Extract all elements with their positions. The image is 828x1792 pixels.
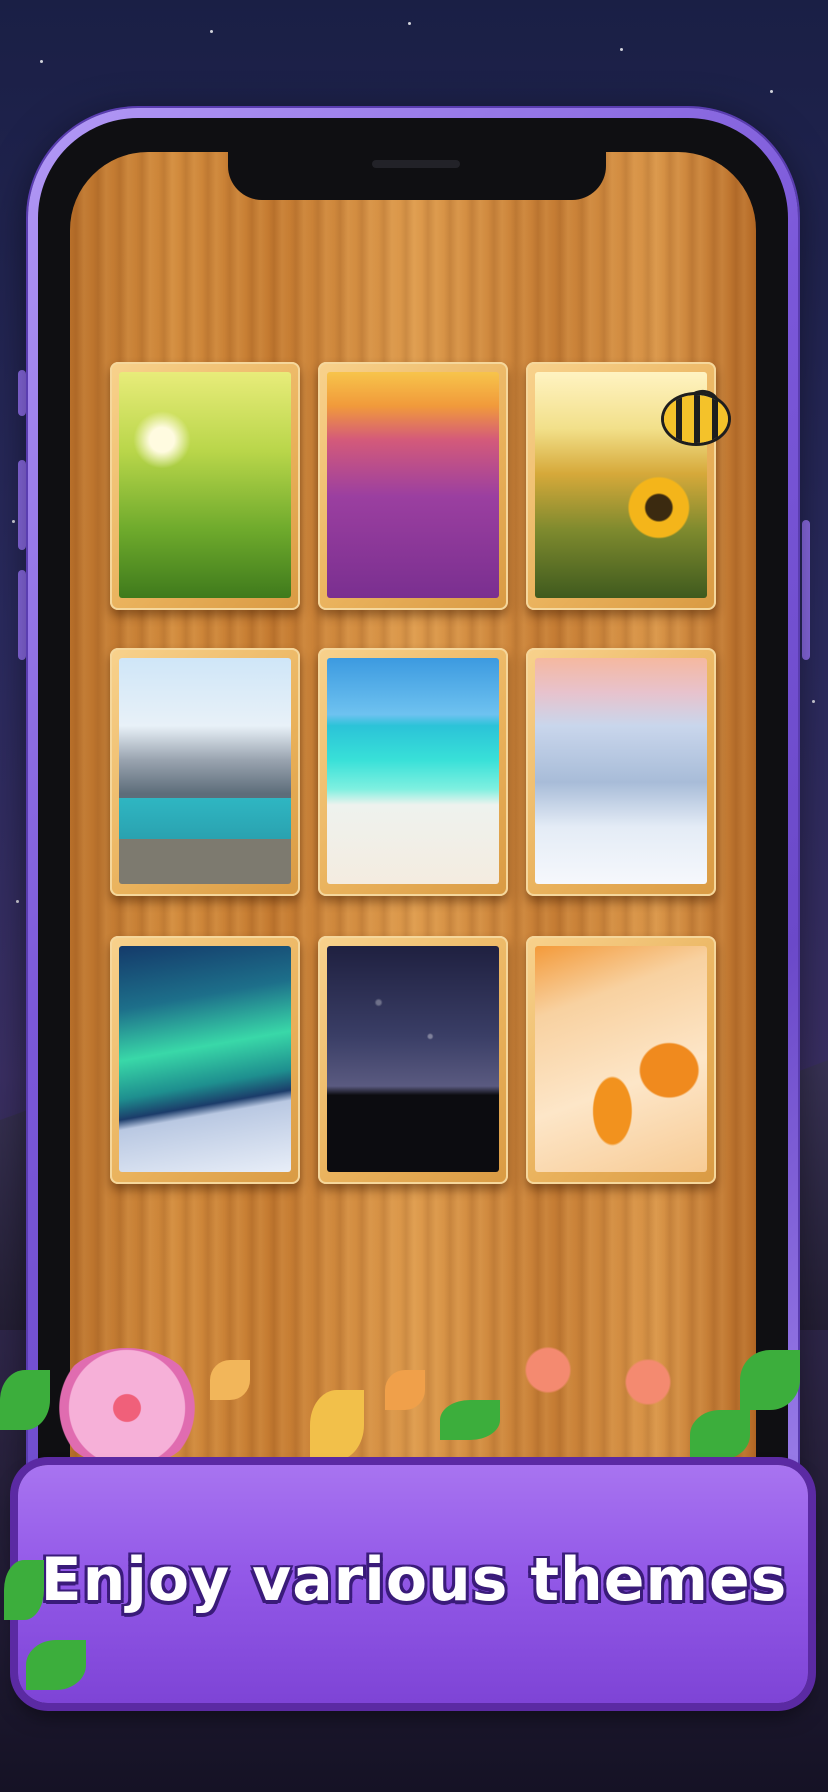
aurora-image [119,946,291,1172]
mountain-lake-theme-tile[interactable] [110,648,300,896]
coral-flower-icon [520,1338,576,1402]
jellyfish-theme-tile[interactable] [526,936,716,1184]
leaf-icon [4,1560,44,1620]
phone-side-button [18,460,26,550]
phone-power-button [802,520,810,660]
theme-grid [110,362,718,1184]
starry-night-theme-tile[interactable] [318,936,508,1184]
aurora-theme-tile[interactable] [110,936,300,1184]
flower-decoration [0,1330,828,1480]
phone-side-button [18,570,26,660]
lavender-field-theme-tile[interactable] [318,362,508,610]
promo-banner-text: Enjoy various themes [40,1545,788,1615]
tropical-beach-theme-tile[interactable] [318,648,508,896]
wheat-field-theme-tile[interactable] [110,362,300,610]
tropical-beach-image [327,658,499,884]
wheat-field-image [119,372,291,598]
leaf-icon [690,1410,750,1460]
leaf-icon [440,1400,500,1440]
starry-night-image [327,946,499,1172]
leaf-icon [26,1640,86,1690]
phone-speaker [372,160,460,168]
jellyfish-image [535,946,707,1172]
leaf-icon [0,1370,50,1430]
leaf-icon [310,1390,364,1460]
phone-side-button [18,370,26,416]
snowy-forest-image [535,658,707,884]
leaf-icon [740,1350,800,1410]
pink-flower-icon [52,1348,202,1468]
mountain-lake-image [119,658,291,884]
leaf-icon [385,1370,425,1410]
phone-notch [228,142,606,200]
coral-flower-icon [620,1350,676,1414]
snowy-forest-theme-tile[interactable] [526,648,716,896]
leaf-icon [210,1360,250,1400]
lavender-field-image [327,372,499,598]
bee-icon [664,395,728,443]
